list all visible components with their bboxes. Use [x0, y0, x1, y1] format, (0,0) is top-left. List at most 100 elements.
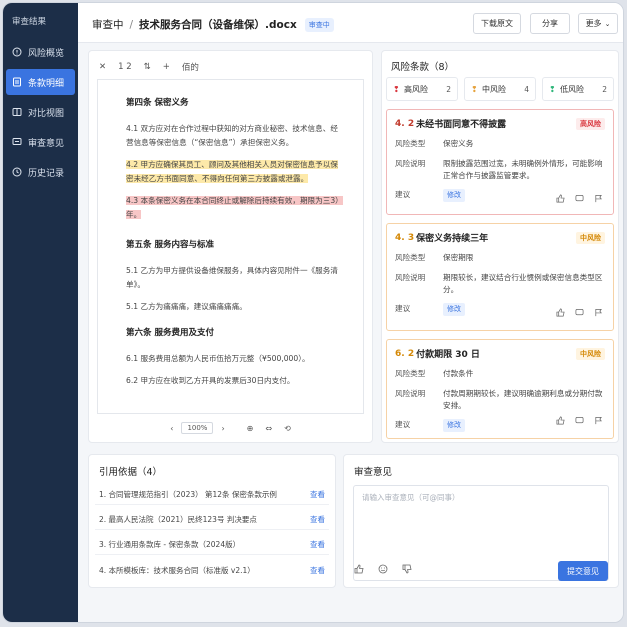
clause-number: 4. 3 — [395, 232, 415, 243]
flag-icon[interactable] — [594, 194, 603, 206]
clause-text-highlight-medium[interactable]: 4.2 甲方应确保其员工、顾问及其他相关人员对保密信息予以保密未经乙方书面同意、… — [126, 158, 343, 186]
share-label: 分享 — [542, 19, 558, 28]
submit-opinion-button[interactable]: 提交意见 — [558, 561, 608, 581]
breadcrumb-status[interactable]: 审查中 — [92, 17, 124, 32]
opinion-placeholder: 请输入审查意见（可@同事） — [362, 493, 460, 502]
reference-item[interactable]: 2. 最高人民法院（2021）民终123号 判决要点 查看 — [95, 510, 329, 530]
sidebar: 审查结果 风险概览 条款明细 对比视图 审查意见 历史记录 — [3, 3, 78, 622]
risk-type-value: 保密义务 — [443, 139, 474, 148]
chevron-down-icon: ⌄ — [604, 19, 611, 28]
tab-label: 中风险 — [482, 84, 506, 94]
field-label: 风险说明 — [395, 388, 426, 398]
field-label: 建议 — [395, 190, 411, 200]
comment-icon[interactable] — [575, 194, 584, 206]
tab-count: 4 — [524, 84, 529, 94]
risk-card-6-2[interactable]: 6. 2 付款期限 30 日 中风险 风险类型 付款条件 风险说明 付款周期期较长，… — [386, 339, 614, 439]
suggestion-edit-tag[interactable]: 修改 — [443, 419, 465, 433]
flag-icon[interactable] — [594, 308, 603, 320]
sidebar-item-compare-view[interactable]: 对比视图 — [6, 99, 75, 125]
compare-icon — [12, 107, 22, 117]
app-window: 审查结果 风险概览 条款明细 对比视图 审查意见 历史记录 审查中 / 技术服务… — [2, 2, 624, 623]
reference-text: 1. 合同管理规范指引（2023） 第12条 保密条款示例 — [99, 490, 277, 499]
high-risk-indicator-icon: ❢ — [393, 84, 400, 94]
emoji-icon[interactable] — [378, 564, 388, 577]
field-label: 风险说明 — [395, 158, 426, 168]
card-actions — [556, 194, 603, 206]
risk-card-title: 4. 2 未经书面同意不得披露 高风险 — [395, 117, 605, 130]
sidebar-item-label: 审查意见 — [28, 138, 65, 149]
risk-type-value: 付款条件 — [443, 369, 474, 378]
thumbs-up-icon[interactable] — [556, 416, 565, 428]
risk-description: 付款周期期较长，建议明确逾期利息或分期付款安排。 — [443, 388, 603, 410]
breadcrumb-separator: / — [129, 18, 134, 31]
more-button[interactable]: 更多 ⌄ — [578, 13, 618, 34]
zoom-level[interactable]: 100% — [181, 422, 214, 434]
clause-text-highlight-high[interactable]: 4.3 本条保密义务在本合同终止或解除后持续有效，期限为三3）年。 — [126, 194, 343, 222]
clause-text: 5.1 乙方为痛痛痛，建议痛痛痛痛。 — [126, 301, 247, 311]
tab-count: 2 — [602, 84, 607, 94]
list-icon[interactable]: ⇅ — [144, 62, 151, 72]
clause-text: 6.2 甲方应在收到乙方开具的发票后30日内支付。 — [126, 375, 295, 385]
tab-high-risk[interactable]: ❢ 高风险 2 — [386, 77, 458, 101]
main-area: 审查中 / 技术服务合同（设备维保）.docx 审查中 下载原文 分享 更多 ⌄… — [78, 3, 623, 622]
tab-low-risk[interactable]: ❢ 低风险 2 — [542, 77, 614, 101]
sidebar-item-risk-overview[interactable]: 风险概览 — [6, 39, 75, 65]
sidebar-item-history[interactable]: 历史记录 — [6, 159, 75, 185]
tab-medium-risk[interactable]: ❢ 中风险 4 — [464, 77, 536, 101]
thumbs-up-icon[interactable] — [556, 308, 565, 320]
reference-item[interactable]: 1. 合同管理规范指引（2023） 第12条 保密条款示例 查看 — [95, 485, 329, 505]
view-link[interactable]: 查看 — [310, 514, 329, 525]
field-label: 建议 — [395, 304, 411, 314]
thumbs-up-icon[interactable] — [556, 194, 565, 206]
flag-icon[interactable] — [594, 416, 603, 428]
fit-width-icon[interactable]: ⇔ — [265, 424, 272, 433]
review-opinion-panel: 审查意见 请输入审查意见（可@同事） 提交意见 — [343, 454, 619, 588]
reference-text: 4. 本所模板库：技术服务合同（标准版 v2.1） — [99, 565, 255, 575]
document-list-icon — [12, 77, 22, 87]
risk-level-badge: 高风险 — [576, 117, 605, 130]
view-link[interactable]: 查看 — [310, 539, 329, 550]
add-icon[interactable]: + — [163, 62, 170, 72]
chevron-right-icon[interactable]: › — [221, 424, 224, 433]
view-link[interactable]: 查看 — [310, 565, 329, 576]
submit-label: 提交意见 — [567, 566, 599, 576]
sidebar-item-label: 风险概览 — [28, 48, 65, 59]
close-icon[interactable]: ✕ — [99, 62, 106, 72]
section-heading: 第六条 服务费用及支付 — [126, 327, 214, 338]
status-badge: 审查中 — [304, 17, 334, 32]
suggestion-edit-tag[interactable]: 修改 — [443, 189, 465, 203]
reference-item[interactable]: 4. 本所模板库：技术服务合同（标准版 v2.1） 查看 — [95, 560, 329, 580]
sidebar-item-clause-details[interactable]: 条款明细 — [6, 69, 75, 95]
sidebar-item-label: 对比视图 — [28, 108, 65, 119]
view-link[interactable]: 查看 — [310, 489, 329, 500]
thumbs-down-icon[interactable] — [402, 564, 412, 577]
chevron-left-icon[interactable]: ‹ — [170, 424, 173, 433]
zoom-in-icon[interactable]: ⊕ — [247, 424, 254, 433]
references-panel: 引用依据（4） 1. 合同管理规范指引（2023） 第12条 保密条款示例 查看… — [88, 454, 336, 588]
risk-card-title: 4. 3 保密义务持续三年 中风险 — [395, 231, 605, 244]
reference-text: 2. 最高人民法院（2021）民终123号 判决要点 — [99, 515, 257, 524]
risk-level-badge: 中风险 — [576, 347, 605, 360]
share-button[interactable]: 分享 — [530, 13, 570, 34]
field-label: 风险类型 — [395, 369, 426, 378]
sidebar-item-label: 条款明细 — [28, 78, 65, 89]
file-name: 技术服务合同（设备维保）.docx — [139, 19, 297, 31]
clause-title: 保密义务持续三年 — [416, 234, 489, 244]
tab-label: 高风险 — [404, 84, 428, 94]
rotate-icon[interactable]: ⟲ — [284, 424, 291, 433]
risk-card-4-2[interactable]: 4. 2 未经书面同意不得披露 高风险 风险类型 保密义务 风险说明 限制披露范围过… — [386, 109, 614, 215]
thumbs-up-icon[interactable] — [354, 564, 364, 577]
comment-icon — [12, 137, 22, 147]
alert-circle-icon — [12, 47, 22, 57]
sidebar-item-review-opinions[interactable]: 审查意见 — [6, 129, 75, 155]
sidebar-item-label: 历史记录 — [28, 168, 65, 179]
risk-card-4-3[interactable]: 4. 3 保密义务持续三年 中风险 风险类型 保密期限 风险说明 期限较长，建议结合… — [386, 223, 614, 331]
comment-icon[interactable] — [575, 308, 584, 320]
comment-icon[interactable] — [575, 416, 584, 428]
reference-item[interactable]: 3. 行业通用条款库 - 保密条款（2024版） 查看 — [95, 535, 329, 555]
risk-card-title: 6. 2 付款期限 30 日 中风险 — [395, 347, 605, 360]
download-original-button[interactable]: 下载原文 — [473, 13, 521, 34]
suggestion-edit-tag[interactable]: 修改 — [443, 303, 465, 317]
clause-text: 5.1 乙方为甲方提供设备维保服务，具体内容见附件一《服务清单》。 — [126, 265, 338, 289]
risk-type-value: 保密期限 — [443, 253, 474, 262]
